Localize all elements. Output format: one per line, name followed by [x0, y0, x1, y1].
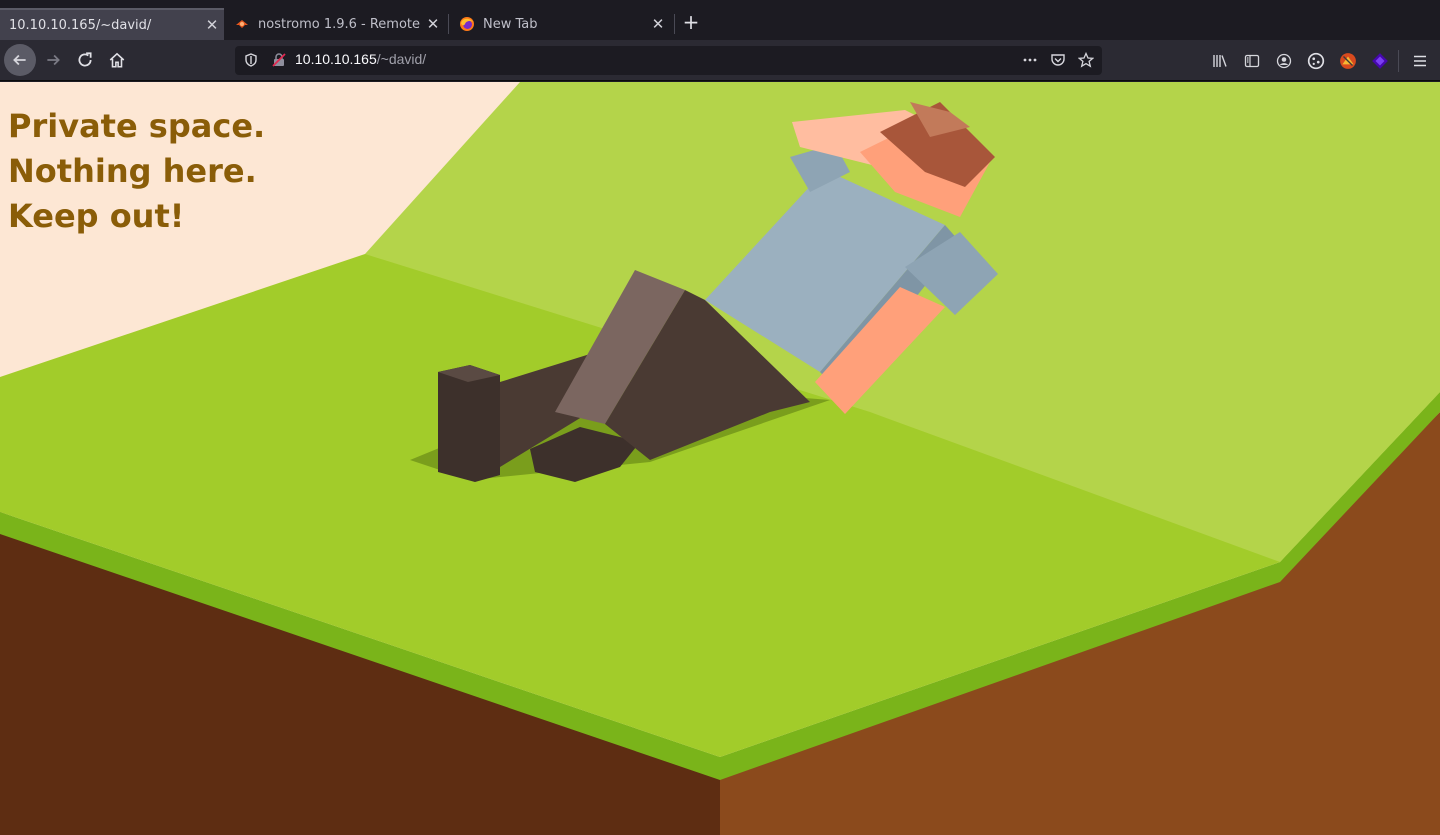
close-icon[interactable]: ✕ [200, 16, 224, 34]
tab-nostromo[interactable]: nostromo 1.9.6 - Remote C ✕ [225, 8, 445, 40]
page-content: Private space. Nothing here. Keep out! [0, 82, 1440, 835]
menu-button[interactable] [1410, 51, 1430, 71]
tab-title: nostromo 1.9.6 - Remote C [258, 16, 421, 32]
page-actions-icon[interactable] [1022, 52, 1038, 68]
tab-new-tab[interactable]: New Tab ✕ [450, 8, 670, 40]
cookie-icon [1307, 52, 1325, 70]
library-icon [1213, 55, 1227, 67]
sidebar-button[interactable] [1242, 51, 1262, 71]
url-host: 10.10.10.165 [295, 51, 377, 67]
url-path: /~david/ [376, 51, 427, 67]
reload-button[interactable] [69, 44, 101, 76]
account-button[interactable] [1274, 51, 1294, 71]
insecure-lock-icon[interactable] [271, 52, 287, 68]
page-heading: Private space. Nothing here. Keep out! [8, 104, 265, 239]
figure-foot-back [438, 365, 500, 482]
account-icon [1276, 53, 1292, 69]
foxyproxy-icon [1340, 53, 1356, 69]
close-icon[interactable]: ✕ [646, 15, 670, 33]
home-button[interactable] [101, 44, 133, 76]
forward-button[interactable] [37, 44, 69, 76]
tab-separator [674, 14, 675, 34]
tab-title: New Tab [483, 16, 538, 32]
close-icon[interactable]: ✕ [421, 15, 445, 33]
firefox-icon [459, 16, 475, 32]
back-button[interactable] [4, 44, 36, 76]
shield-icon[interactable] [243, 52, 259, 68]
home-icon [109, 52, 125, 68]
tab-title: 10.10.10.165/~david/ [9, 17, 152, 33]
pocket-icon[interactable] [1050, 52, 1066, 68]
sidebar-icon [1244, 54, 1260, 68]
hamburger-menu-icon [1414, 55, 1426, 67]
navigation-toolbar: 10.10.10.165/~david/ [0, 40, 1440, 81]
toolbar-separator [1398, 50, 1399, 72]
cookie-extension-button[interactable] [1306, 51, 1326, 71]
new-tab-button[interactable]: + [679, 10, 703, 34]
heading-line-2: Nothing here. [8, 152, 257, 190]
url-bar[interactable]: 10.10.10.165/~david/ [235, 46, 1102, 75]
tab-strip: 10.10.10.165/~david/ ✕ nostromo 1.9.6 - … [0, 0, 1440, 40]
exploit-db-icon [234, 16, 250, 32]
arrow-right-icon [47, 54, 60, 66]
heading-line-3: Keep out! [8, 197, 185, 235]
library-button[interactable] [1210, 51, 1230, 71]
reload-icon [78, 52, 92, 67]
arrow-left-icon [13, 54, 26, 66]
wappalyzer-button[interactable] [1370, 51, 1390, 71]
heading-line-1: Private space. [8, 107, 266, 145]
url-text: 10.10.10.165/~david/ [295, 51, 426, 67]
foxyproxy-button[interactable] [1338, 51, 1358, 71]
bookmark-star-icon[interactable] [1077, 51, 1095, 68]
tab-david[interactable]: 10.10.10.165/~david/ ✕ [0, 8, 224, 40]
wappalyzer-icon [1372, 53, 1388, 69]
tab-separator [448, 14, 449, 34]
